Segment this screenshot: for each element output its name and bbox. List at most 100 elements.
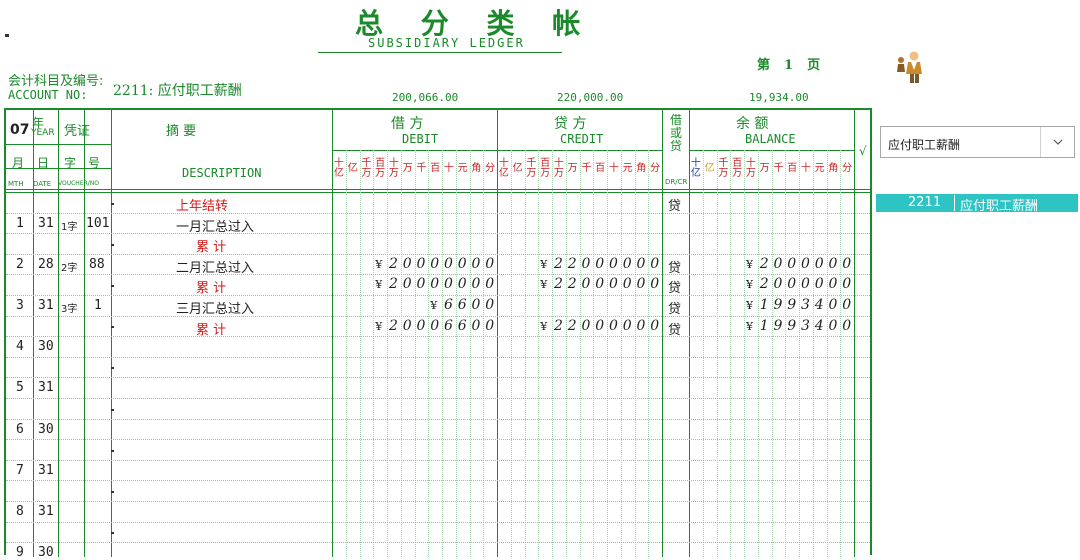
row-drcr: 贷 — [668, 281, 682, 297]
row-credit-digit: 0 — [595, 255, 605, 272]
digit-divider — [428, 150, 430, 557]
row-credit-digit: 0 — [609, 255, 618, 272]
row-debit-digit: 0 — [402, 255, 412, 272]
column-divider — [33, 110, 34, 557]
row-month: 5 — [16, 380, 24, 396]
person-icon[interactable] — [895, 50, 927, 88]
row-debit-digit: 6 — [444, 317, 453, 334]
digit-divider — [455, 150, 457, 557]
digit-unit-label: 分 — [485, 163, 496, 174]
row-debit-digit: ¥ — [375, 278, 383, 292]
row-balance-digit: 0 — [842, 317, 852, 334]
row-debit-digit: 0 — [444, 255, 453, 272]
digit-unit-label: 百万 — [732, 158, 743, 179]
digit-divider — [359, 150, 361, 557]
digit-divider — [757, 150, 759, 557]
debit-label-cn: 借 方 — [391, 116, 424, 132]
row-marker — [111, 532, 114, 535]
row-divider — [6, 542, 870, 544]
digit-divider — [702, 150, 704, 557]
page-number: 第1页 — [757, 54, 834, 73]
row-credit-digit: 0 — [581, 317, 591, 334]
row-day: 28 — [38, 256, 54, 272]
row-credit-digit: ¥ — [540, 278, 548, 292]
row-description: 三月汇总过入 — [176, 302, 255, 317]
digit-divider — [510, 150, 512, 557]
digit-unit-label: 十亿 — [333, 158, 344, 179]
row-voucher-no: 88 — [89, 256, 105, 272]
account-select-value: 应付职工薪酬 — [888, 138, 961, 152]
row-credit-digit: 0 — [595, 276, 605, 293]
column-divider — [84, 110, 85, 557]
row-divider — [6, 253, 870, 255]
row-balance-digit: 0 — [828, 276, 838, 293]
digit-unit-label: 亿 — [512, 163, 523, 174]
digit-unit-label: 角 — [828, 163, 839, 174]
balance-label-cn: 余 额 — [736, 116, 769, 132]
digit-divider — [442, 150, 443, 557]
digit-unit-label: 十 — [443, 163, 454, 174]
page-value: 1 — [784, 58, 794, 73]
row-voucher-type: 1字 — [61, 221, 78, 233]
chip-divider — [954, 195, 955, 211]
row-debit-digit: 2 — [389, 317, 398, 334]
drcr-label-cn: 借或贷 — [669, 113, 682, 153]
row-month: 7 — [16, 462, 24, 478]
row-divider — [6, 377, 870, 379]
page-suffix: 页 — [807, 58, 821, 73]
digit-divider — [620, 150, 622, 557]
digit-unit-label: 百 — [430, 163, 441, 174]
balance-label-en: BALANCE — [745, 132, 796, 146]
row-balance-digit: 4 — [814, 317, 824, 334]
header-divider — [6, 189, 870, 190]
digit-unit-label: 十万 — [553, 158, 564, 179]
row-balance-digit: 3 — [801, 297, 810, 313]
debit-label-en: DEBIT — [402, 132, 439, 146]
digit-unit-label: 十万 — [388, 158, 399, 179]
row-day: 30 — [38, 339, 54, 355]
row-balance-digit: 0 — [828, 297, 838, 313]
digit-unit-label: 千万 — [718, 158, 729, 179]
row-debit-digit: 0 — [471, 317, 481, 334]
row-balance-digit: 0 — [842, 276, 852, 293]
row-debit-digit: 0 — [416, 276, 426, 293]
row-credit-digit: 0 — [636, 255, 646, 272]
digit-divider — [799, 150, 800, 557]
digit-divider — [812, 150, 814, 557]
title-underline — [318, 52, 562, 53]
row-marker — [111, 408, 114, 411]
ledger-table: 07 年 YEAR 凭证 月 日 字 号 MTH DATE VOUCHER/NO… — [4, 108, 872, 560]
row-credit-digit: 0 — [622, 317, 632, 334]
digit-divider — [826, 150, 828, 557]
row-divider — [6, 274, 870, 276]
row-credit-digit: 0 — [622, 276, 632, 293]
dropdown-toggle-button[interactable] — [1040, 127, 1075, 157]
row-debit-digit: ¥ — [375, 257, 383, 271]
row-marker — [111, 326, 114, 329]
row-description: 累 计 — [196, 240, 227, 256]
row-marker — [111, 202, 114, 205]
row-debit-digit: 2 — [389, 255, 398, 272]
row-day: 31 — [38, 215, 54, 231]
row-voucher-no: 101 — [86, 215, 110, 231]
row-credit-digit: 0 — [609, 317, 618, 334]
row-balance-digit: 0 — [801, 255, 810, 272]
row-credit-digit: 0 — [609, 276, 618, 293]
selected-account-chip[interactable]: 2211 应付职工薪酬 — [876, 194, 1078, 214]
row-divider — [6, 501, 870, 502]
voucher-label: 凭证 — [64, 124, 91, 139]
row-credit-digit: 2 — [554, 317, 563, 334]
row-balance-digit: 4 — [814, 297, 824, 313]
digit-divider — [716, 150, 718, 557]
digit-divider — [552, 150, 553, 557]
row-balance-digit: 0 — [828, 317, 838, 334]
digit-unit-label: 元 — [457, 163, 468, 174]
row-debit-digit: 0 — [430, 317, 440, 334]
row-debit-digit: 0 — [444, 276, 453, 293]
row-balance-digit: 1 — [759, 317, 769, 334]
row-debit-digit: 0 — [402, 276, 412, 293]
row-description: 二月汇总过入 — [176, 260, 255, 276]
digit-unit-label: 十 — [800, 163, 811, 174]
row-voucher-no: 1 — [94, 298, 102, 313]
digit-unit-label: 分 — [650, 163, 661, 174]
